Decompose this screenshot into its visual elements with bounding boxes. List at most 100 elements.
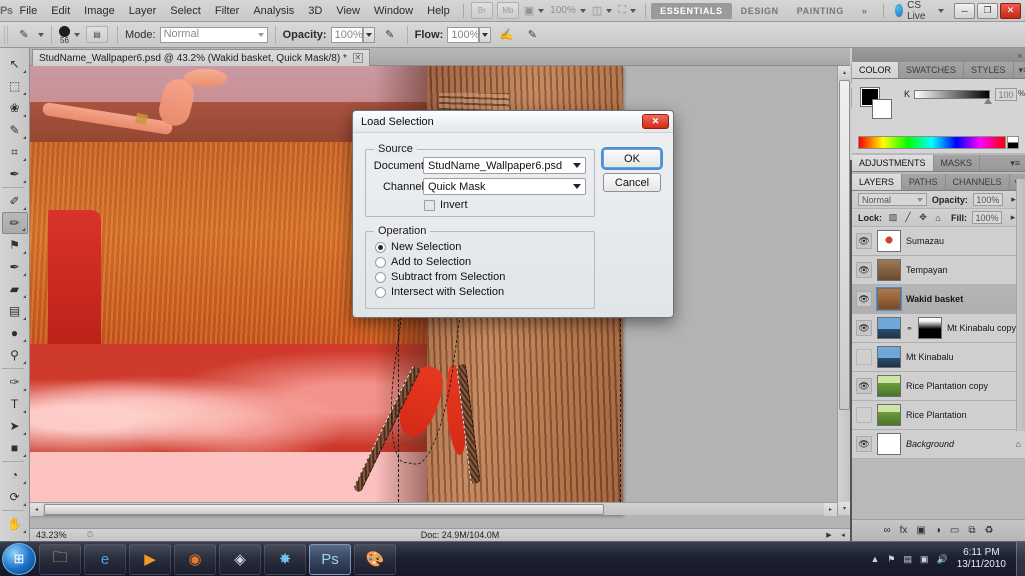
layer-thumbnail[interactable] xyxy=(877,259,901,281)
layer-thumbnail[interactable] xyxy=(877,404,901,426)
color-panel-menu-icon[interactable]: ▾≡ xyxy=(1014,62,1025,78)
opacity-stepper[interactable] xyxy=(362,26,375,43)
layer-row[interactable]: 👁 Sumazau xyxy=(852,227,1025,256)
adjustments-panel-menu-icon[interactable]: ▾≡ xyxy=(1005,155,1025,171)
toggle-brush-panel-button[interactable]: ▤ xyxy=(86,26,108,43)
tool-flyout-icon[interactable] xyxy=(20,388,26,391)
blur-tool[interactable]: ● xyxy=(2,322,28,344)
tool-flyout-icon[interactable] xyxy=(20,503,26,506)
tool-flyout-icon[interactable] xyxy=(20,251,26,254)
tray-network-icon[interactable]: ▣ xyxy=(920,554,929,565)
operation-label-subtract-from-selection[interactable]: Subtract from Selection xyxy=(391,271,505,283)
menu-filter[interactable]: Filter xyxy=(208,0,246,22)
color-ramp-extremes[interactable] xyxy=(1007,136,1019,149)
document-tab[interactable]: StudName_Wallpaper6.psd @ 43.2% (Wakid b… xyxy=(32,49,370,66)
layer-thumbnail[interactable] xyxy=(877,433,901,455)
workspace-more-button[interactable]: » xyxy=(853,3,877,19)
dialog-close-button[interactable]: ✕ xyxy=(642,114,669,129)
layer-row[interactable]: 👁 Wakid basket xyxy=(852,285,1025,314)
menu-file[interactable]: File xyxy=(12,0,44,22)
color-background-swatch[interactable] xyxy=(872,99,892,119)
eye-visible-icon[interactable]: 👁 xyxy=(856,291,872,307)
color-panel-header[interactable]: « xyxy=(852,48,1025,62)
lock-transparent-pixels-icon[interactable]: ▨ xyxy=(887,212,899,224)
view-extras-button[interactable]: ▣ xyxy=(524,4,545,17)
tool-flyout-icon[interactable] xyxy=(20,92,26,95)
taskbar-mozilla-firefox[interactable]: ◉ xyxy=(174,543,216,575)
tool-flyout-icon[interactable] xyxy=(20,361,26,364)
brush-preset-picker[interactable]: 56 xyxy=(59,25,70,44)
layer-thumbnail[interactable] xyxy=(877,230,901,252)
tool-flyout-icon[interactable] xyxy=(20,207,26,210)
tab-masks[interactable]: MASKS xyxy=(934,155,981,171)
tool-flyout-icon[interactable] xyxy=(20,295,26,298)
operation-radio-intersect-with-selection[interactable] xyxy=(375,287,386,298)
menu-image[interactable]: Image xyxy=(77,0,122,22)
delete-layer-button[interactable]: ♻ xyxy=(985,525,994,536)
color-k-value[interactable]: 100 xyxy=(995,88,1017,101)
brush-tool[interactable]: ✏ xyxy=(1,212,28,234)
3d-object-rotate-tool[interactable]: ◔ xyxy=(2,464,28,486)
lock-image-pixels-icon[interactable]: ╱ xyxy=(902,212,914,224)
eye-hidden-icon[interactable] xyxy=(856,407,872,423)
tool-flyout-icon[interactable] xyxy=(20,339,26,342)
options-bar-grip[interactable] xyxy=(4,25,9,44)
layer-thumbnail[interactable] xyxy=(876,287,902,311)
menu-edit[interactable]: Edit xyxy=(44,0,77,22)
link-layers-button[interactable]: ∞ xyxy=(884,525,891,536)
hand-tool[interactable]: ✋ xyxy=(2,513,28,535)
layer-row[interactable]: Mt Kinabalu xyxy=(852,343,1025,372)
eye-visible-icon[interactable]: 👁 xyxy=(856,320,872,336)
tool-flyout-icon[interactable] xyxy=(20,410,26,413)
menu-select[interactable]: Select xyxy=(163,0,208,22)
taskbar-windows-explorer[interactable]: 🗀 xyxy=(39,543,81,575)
canvas-horizontal-scrollbar[interactable]: ◂ ▸ xyxy=(30,502,837,516)
tool-flyout-icon[interactable] xyxy=(20,317,26,320)
tab-adjustments[interactable]: ADJUSTMENTS xyxy=(852,155,934,171)
eye-hidden-icon[interactable] xyxy=(856,349,872,365)
menu-3d[interactable]: 3D xyxy=(301,0,329,22)
launch-bridge-button[interactable]: Br xyxy=(470,2,493,19)
gradient-tool[interactable]: ▤ xyxy=(2,300,28,322)
pressure-size-icon[interactable]: ✎ xyxy=(522,25,542,45)
taskbar-clock[interactable]: 6:11 PM 13/11/2010 xyxy=(957,547,1006,571)
status-left-arrow-icon[interactable]: ◂ xyxy=(836,531,850,539)
status-menu-arrow-icon[interactable]: ▶ xyxy=(822,531,836,539)
lock-all-icon[interactable]: ⌂ xyxy=(932,212,944,224)
layer-row[interactable]: 👁 Tempayan xyxy=(852,256,1025,285)
restore-button[interactable]: ❐ xyxy=(976,2,998,19)
dodge-tool[interactable]: ⚲ xyxy=(2,344,28,366)
document-select[interactable]: StudName_Wallpaper6.psd xyxy=(423,157,586,174)
workspace-tab-painting[interactable]: PAINTING xyxy=(788,3,853,19)
tool-flyout-icon[interactable] xyxy=(20,70,26,73)
tab-color[interactable]: COLOR xyxy=(852,62,900,78)
taskbar-windows-media-player[interactable]: ▶ xyxy=(129,543,171,575)
tool-flyout-icon[interactable] xyxy=(20,454,26,457)
tool-flyout-icon[interactable] xyxy=(20,481,26,484)
move-tool[interactable]: ↖ xyxy=(2,53,28,75)
new-layer-button[interactable]: ⧉ xyxy=(968,525,975,536)
scroll-down-arrow-icon[interactable]: ▾ xyxy=(838,502,850,515)
spot-healing-brush-tool[interactable]: ✐ xyxy=(2,190,28,212)
pressure-opacity-icon[interactable]: ✎ xyxy=(380,25,400,45)
taskbar-paint[interactable]: 🎨 xyxy=(354,543,396,575)
history-brush-tool[interactable]: ✒ xyxy=(2,256,28,278)
panel-collapse-icon[interactable]: « xyxy=(1018,51,1022,60)
lasso-tool[interactable]: ❀ xyxy=(2,97,28,119)
tool-flyout-icon[interactable] xyxy=(20,180,26,183)
layers-scrollbar[interactable] xyxy=(1016,179,1025,431)
eye-visible-icon[interactable]: 👁 xyxy=(856,233,872,249)
tab-styles[interactable]: STYLES xyxy=(964,62,1014,78)
screen-mode-button[interactable]: ⛶ xyxy=(618,4,636,17)
layer-row[interactable]: 👁 Background ⌂ xyxy=(852,430,1025,459)
layer-thumbnail[interactable] xyxy=(877,317,901,339)
layer-row[interactable]: 👁 Rice Plantation copy xyxy=(852,372,1025,401)
invert-checkbox[interactable] xyxy=(424,200,435,211)
clone-stamp-tool[interactable]: ⚑ xyxy=(2,234,28,256)
cs-live-button[interactable]: CS Live xyxy=(894,0,944,22)
color-spectrum-ramp[interactable] xyxy=(858,136,1006,149)
ok-button[interactable]: OK xyxy=(601,147,663,170)
pen-tool[interactable]: ✑ xyxy=(2,371,28,393)
tab-channels[interactable]: CHANNELS xyxy=(946,174,1010,190)
tab-paths[interactable]: PATHS xyxy=(902,174,946,190)
